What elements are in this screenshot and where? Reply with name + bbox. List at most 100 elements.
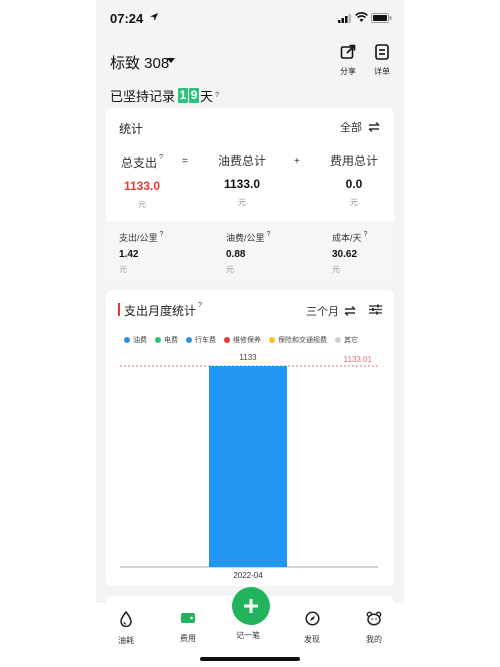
stats-secondary-row: 支出/公里? 1.42 元 油费/公里? 0.88 元 成本/天? 30.62 …	[106, 221, 394, 280]
signal-icon	[338, 14, 351, 23]
home-indicator	[200, 657, 300, 661]
legend-dot	[269, 337, 275, 343]
expense-total-label: 费用总计	[329, 154, 378, 168]
range-selector[interactable]: 三个月	[306, 303, 356, 319]
tab-expense[interactable]: 费用	[168, 611, 208, 644]
swap-icon	[368, 122, 380, 132]
sliders-icon[interactable]	[369, 304, 382, 315]
legend-dot	[155, 337, 161, 343]
streak-counter: 已坚持记录 1 9 天 ?	[110, 86, 219, 105]
tab-mine[interactable]: 我的	[354, 611, 394, 645]
fuel-per-km-unit: 元	[226, 265, 234, 274]
app-screen: 07:24 标致 308 分享 详单 已坚持记录 1 9 天 ? 统计 全部 总…	[96, 0, 404, 667]
fuel-per-km-metric: 油费/公里? 0.88 元	[226, 231, 270, 275]
battery-icon	[371, 13, 392, 23]
total-expense-value: 1133.0	[123, 179, 161, 193]
legend-label: 维修保养	[233, 337, 261, 344]
monthly-title-text: 支出月度统计	[124, 304, 197, 318]
help-icon[interactable]: ?	[364, 231, 368, 238]
legend-label: 油费	[133, 337, 147, 344]
title-accent-bar	[118, 303, 120, 316]
location-arrow-icon	[150, 13, 158, 21]
range-label: 三个月	[306, 306, 339, 318]
x-tick-label: 2022-04	[233, 571, 263, 580]
help-icon[interactable]: ?	[215, 92, 219, 99]
fuel-drop-icon	[120, 610, 132, 628]
monthly-title: 支出月度统计?	[124, 302, 202, 319]
bear-icon	[366, 611, 382, 626]
bottom-tab-bar: 油耗 费用 记一笔 发现 我的	[96, 587, 404, 667]
plus-sign: +	[294, 156, 300, 167]
add-record-label: 记一笔	[236, 631, 260, 640]
document-icon	[375, 44, 389, 60]
fuel-per-km-value: 0.88	[226, 249, 246, 260]
streak-digit: 9	[189, 88, 200, 103]
share-label: 分享	[340, 67, 356, 76]
tab-discover[interactable]: 发现	[292, 611, 332, 645]
car-selector[interactable]: 标致 308	[110, 52, 169, 73]
compass-icon	[304, 611, 320, 626]
status-time: 07:24	[110, 11, 144, 26]
legend-item: 保险和交通规费	[269, 335, 327, 345]
share-icon	[340, 44, 356, 59]
total-expense-metric: 总支出? 1133.0 元	[118, 154, 166, 210]
expense-total-unit: 元	[350, 198, 358, 207]
expense-total-value: 0.0	[345, 177, 363, 191]
tab-fuel-label: 油耗	[118, 636, 134, 645]
cost-per-km-value: 1.42	[119, 249, 139, 260]
detail-label: 详单	[374, 67, 390, 76]
cost-per-day-value: 30.62	[332, 249, 358, 260]
streak-prefix: 已坚持记录	[110, 89, 176, 104]
status-bar: 07:24	[96, 0, 404, 36]
legend-item: 油费	[124, 335, 147, 345]
legend-label: 电费	[164, 337, 178, 344]
fuel-total-unit: 元	[238, 198, 246, 207]
chart-legend: 油费 电费 行车费 维修保养 保险和交通规费 其它	[124, 335, 358, 345]
tab-fuel[interactable]: 油耗	[106, 610, 146, 646]
plus-icon	[244, 599, 258, 613]
total-expense-label: 总支出	[121, 156, 158, 170]
legend-item: 电费	[155, 335, 178, 345]
legend-item: 维修保养	[224, 335, 261, 345]
help-icon[interactable]: ?	[159, 154, 163, 161]
stats-filter-button[interactable]: 全部	[340, 119, 380, 135]
chevron-down-icon[interactable]	[167, 58, 175, 63]
cost-per-day-unit: 元	[332, 265, 340, 274]
tab-mine-label: 我的	[366, 635, 382, 644]
bar-value-label: 1133	[239, 353, 257, 362]
bar	[209, 366, 287, 567]
streak-digit: 1	[178, 88, 189, 103]
stats-filter-label: 全部	[340, 122, 362, 134]
share-button[interactable]: 分享	[336, 44, 360, 77]
add-record-button[interactable]	[232, 587, 270, 625]
wifi-icon	[355, 12, 368, 22]
swap-icon	[344, 306, 356, 316]
fuel-total-label: 油费总计	[217, 154, 266, 168]
cost-per-km-label: 支出/公里	[119, 233, 158, 243]
cost-per-km-unit: 元	[119, 265, 127, 274]
total-expense-unit: 元	[138, 200, 146, 209]
cost-per-day-label: 成本/天	[332, 233, 362, 243]
monthly-bar-chart: 1133.01 1133 2022-04	[120, 353, 378, 580]
legend-dot	[224, 337, 230, 343]
legend-dot	[335, 337, 341, 343]
stats-card: 统计 全部 总支出? 1133.0 元 = 油费总计 1133.0 元 + 费用…	[106, 108, 394, 280]
streak-suffix: 天	[200, 89, 214, 104]
legend-dot	[186, 337, 192, 343]
help-icon[interactable]: ?	[198, 302, 202, 309]
detail-button[interactable]: 详单	[370, 44, 394, 77]
tab-expense-label: 费用	[180, 634, 196, 643]
tab-discover-label: 发现	[304, 635, 320, 644]
monthly-chart-card: 支出月度统计? 三个月 油费 电费 行车费 维修保养 保险和交通规费 其它 1133.01…	[106, 290, 394, 586]
legend-item: 行车费	[186, 335, 216, 345]
legend-label: 行车费	[195, 337, 216, 344]
legend-dot	[124, 337, 130, 343]
help-icon[interactable]: ?	[267, 231, 271, 238]
stats-title: 统计	[119, 122, 144, 136]
cost-per-km-metric: 支出/公里? 1.42 元	[119, 231, 163, 275]
fuel-total-metric: 油费总计 1133.0 元	[212, 152, 272, 208]
expense-total-metric: 费用总计 0.0 元	[324, 152, 384, 208]
reference-line-label: 1133.01	[344, 355, 373, 364]
help-icon[interactable]: ?	[160, 231, 164, 238]
legend-item: 其它	[335, 335, 358, 345]
